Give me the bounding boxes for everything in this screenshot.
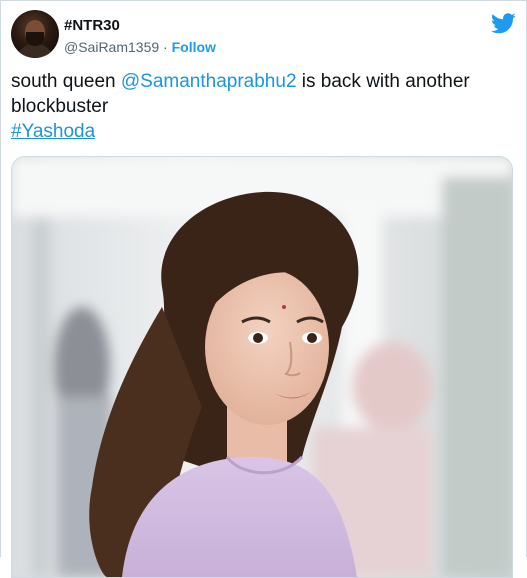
tweet-photo[interactable] <box>11 156 513 578</box>
hashtag-link[interactable]: #Yashoda <box>11 121 95 142</box>
tweet-text-before: south queen <box>11 71 121 92</box>
handle-row: @SaiRam1359 · Follow <box>64 37 216 57</box>
tweet-card: #NTR30 @SaiRam1359 · Follow south queen … <box>0 0 527 578</box>
mention-link[interactable]: @Samanthaprabhu2 <box>121 71 297 92</box>
tweet-text: south queen @Samanthaprabhu2 is back wit… <box>11 69 511 144</box>
separator-dot: · <box>163 39 168 55</box>
follow-button[interactable]: Follow <box>172 39 216 55</box>
user-handle[interactable]: @SaiRam1359 <box>64 39 159 55</box>
display-name[interactable]: #NTR30 <box>64 17 216 35</box>
photo-illustration <box>12 157 512 577</box>
avatar[interactable] <box>11 10 59 58</box>
author-info: #NTR30 @SaiRam1359 · Follow <box>64 17 216 57</box>
twitter-bird-icon[interactable] <box>491 13 516 34</box>
tweet-header: #NTR30 @SaiRam1359 · Follow <box>11 10 516 60</box>
